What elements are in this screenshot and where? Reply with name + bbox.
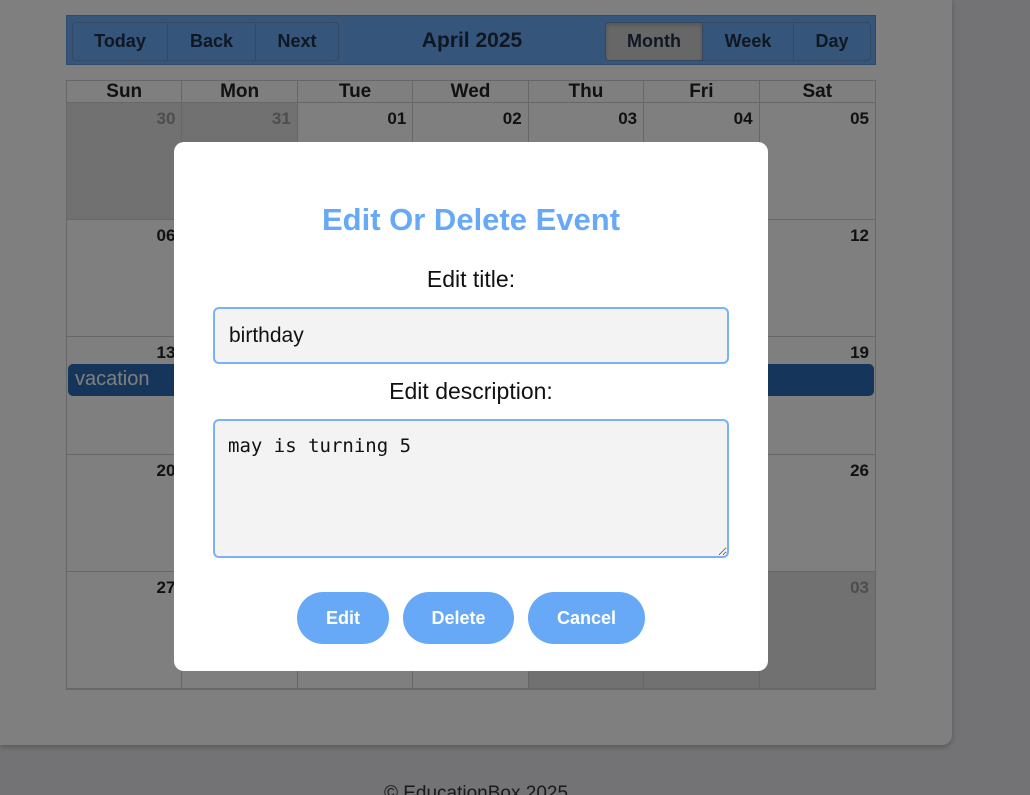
modal-heading: Edit Or Delete Event xyxy=(321,202,621,237)
delete-button[interactable]: Delete xyxy=(403,592,514,644)
cancel-button[interactable]: Cancel xyxy=(528,592,645,644)
edit-button[interactable]: Edit xyxy=(297,592,389,644)
edit-event-modal: Edit Or Delete Event Edit title: Edit de… xyxy=(174,142,768,671)
title-label: Edit title: xyxy=(426,266,516,292)
description-textarea[interactable]: may is turning 5 xyxy=(213,419,729,558)
title-input[interactable] xyxy=(213,307,729,364)
description-label: Edit description: xyxy=(389,378,553,404)
